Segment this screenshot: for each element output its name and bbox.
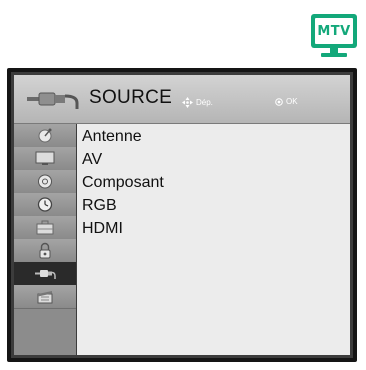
- menu-header: SOURCE Dép. OK: [14, 75, 350, 124]
- sidebar-item-screen[interactable]: [14, 147, 76, 171]
- sidebar-item-picture[interactable]: [14, 124, 76, 148]
- mtv-badge: MTV: [311, 8, 357, 58]
- input-connector-icon: [35, 270, 56, 279]
- navigation-hint-label: Dép.: [196, 98, 213, 107]
- audio-disc-icon: [38, 174, 52, 189]
- clock-icon: [37, 197, 53, 212]
- source-item-rgb[interactable]: RGB: [82, 197, 117, 215]
- briefcase-icon: [36, 220, 54, 235]
- sidebar-item-audio[interactable]: [14, 170, 76, 194]
- sidebar-item-lock[interactable]: [14, 239, 76, 263]
- ok-hint: OK: [275, 97, 298, 106]
- source-connector-icon: [27, 92, 79, 109]
- tv-screen-icon: [35, 151, 55, 165]
- page-title: SOURCE: [89, 87, 173, 108]
- tv-icon: MTV: [311, 14, 357, 48]
- source-list: Antenne AV Composant RGB HDMI: [77, 124, 350, 355]
- lock-icon: [39, 242, 51, 259]
- category-sidebar: [14, 124, 76, 355]
- sidebar-item-options[interactable]: [14, 216, 76, 240]
- source-item-hdmi[interactable]: HDMI: [82, 220, 123, 238]
- sidebar-item-time[interactable]: [14, 193, 76, 217]
- navigation-hint: Dép.: [182, 97, 213, 108]
- sidebar-item-input[interactable]: [14, 262, 76, 286]
- antenna-dish-icon: [38, 128, 52, 143]
- sidebar-item-usb[interactable]: [14, 285, 76, 309]
- source-item-composant[interactable]: Composant: [82, 174, 164, 192]
- ok-button-icon: [275, 97, 283, 106]
- source-item-av[interactable]: AV: [82, 151, 102, 169]
- osd-window: SOURCE Dép. OK Antenne AV Composant RGB …: [7, 68, 357, 362]
- ok-hint-label: OK: [286, 97, 298, 106]
- clapperboard-icon: [37, 291, 53, 304]
- source-item-antenne[interactable]: Antenne: [82, 128, 142, 146]
- directional-arrows-icon: [182, 97, 193, 108]
- mtv-badge-text: MTV: [317, 23, 351, 39]
